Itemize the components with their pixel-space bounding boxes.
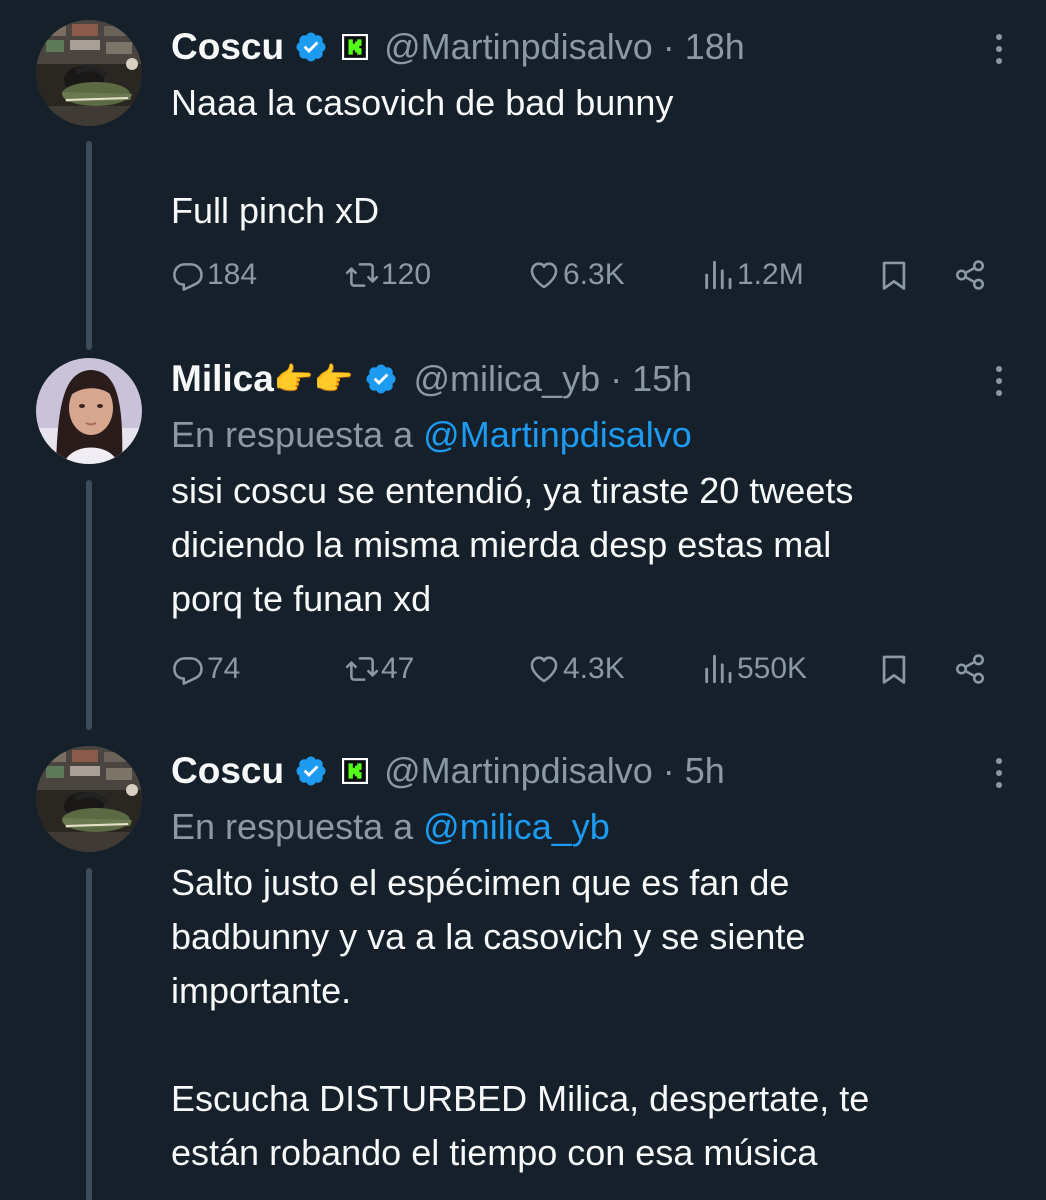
tweet-actions: 74 47 4.3K 550K (171, 652, 1006, 700)
handle-and-time[interactable]: @milica_yb · 15h (414, 358, 693, 400)
kick-badge-icon (342, 758, 368, 784)
reply-to-mention[interactable]: @milica_yb (423, 806, 610, 847)
display-name[interactable]: Milica (171, 358, 274, 400)
name-emoji: 👉👉 (273, 361, 354, 397)
retweet-count: 47 (381, 652, 415, 685)
tweet-content: Coscu @Martinpdisalvo · 5h En respuesta … (171, 744, 1006, 1180)
reply-context-label: En respuesta a (171, 806, 424, 847)
share-icon (953, 652, 987, 686)
reply-to-mention[interactable]: @Martinpdisalvo (423, 414, 692, 455)
like-count: 4.3K (563, 652, 625, 685)
retweet-icon (345, 652, 379, 686)
views-count: 550K (737, 652, 808, 685)
bookmark-button[interactable] (877, 652, 913, 686)
share-button[interactable] (953, 258, 989, 292)
reply-context: En respuesta a @milica_yb (171, 800, 1006, 854)
thread-connector-line (86, 868, 92, 1200)
avatar-image (36, 358, 142, 464)
share-button[interactable] (953, 652, 989, 686)
reply-context-label: En respuesta a (171, 414, 424, 455)
more-options-icon[interactable] (992, 32, 1006, 66)
verified-badge-icon (294, 754, 328, 788)
tweet-thread: Coscu @Martinpdisalvo · 18h Naaa la caso… (0, 0, 1046, 1200)
tweet-header: Coscu @Martinpdisalvo · 5h (171, 744, 1006, 798)
retweet-icon (345, 258, 379, 292)
retweet-button[interactable]: 120 (345, 258, 431, 292)
more-options-icon[interactable] (992, 756, 1006, 790)
like-icon (527, 652, 561, 686)
thread-connector-line (86, 480, 92, 730)
reply-context: En respuesta a @Martinpdisalvo (171, 408, 1006, 462)
views-count: 1.2M (737, 258, 804, 291)
reply-button[interactable]: 74 (171, 652, 240, 686)
bookmark-icon (877, 258, 911, 292)
tweet-header: Coscu @Martinpdisalvo · 18h (171, 20, 1006, 74)
avatar[interactable] (36, 358, 142, 464)
tweet-text: Salto justo el espécimen que es fan de b… (171, 862, 870, 1173)
reply-icon (171, 258, 205, 292)
avatar[interactable] (36, 746, 142, 852)
bookmark-icon (877, 652, 911, 686)
avatar[interactable] (36, 20, 142, 126)
kick-badge-icon (342, 34, 368, 60)
handle-and-time[interactable]: @Martinpdisalvo · 18h (384, 26, 745, 68)
like-count: 6.3K (563, 258, 625, 291)
verified-badge-icon (294, 30, 328, 64)
handle-and-time[interactable]: @Martinpdisalvo · 5h (384, 750, 725, 792)
like-button[interactable]: 6.3K (527, 258, 625, 292)
like-icon (527, 258, 561, 292)
views-button[interactable]: 550K (701, 652, 807, 686)
more-options-icon[interactable] (992, 364, 1006, 398)
tweet-content: Coscu @Martinpdisalvo · 18h Naaa la caso… (171, 20, 1006, 291)
reply-button[interactable]: 184 (171, 258, 257, 292)
display-name[interactable]: Coscu (171, 750, 284, 792)
verified-badge-icon (364, 362, 398, 396)
views-icon (701, 652, 735, 686)
tweet-text: Naaa la casovich de bad bunny Full pinch… (171, 82, 674, 231)
like-button[interactable]: 4.3K (527, 652, 625, 686)
reply-icon (171, 652, 205, 686)
tweet-actions: 184 120 6.3K 1.2M (171, 258, 1006, 306)
tweet-header: Milica 👉👉 @milica_yb · 15h (171, 352, 1006, 406)
retweet-button[interactable]: 47 (345, 652, 414, 686)
views-icon (701, 258, 735, 292)
reply-count: 74 (207, 652, 241, 685)
thread-connector-line (86, 141, 92, 350)
tweet-text: sisi coscu se entendió, ya tiraste 20 tw… (171, 470, 854, 619)
views-button[interactable]: 1.2M (701, 258, 804, 292)
share-icon (953, 258, 987, 292)
avatar-image (36, 20, 142, 126)
retweet-count: 120 (381, 258, 432, 291)
tweet-content: Milica 👉👉 @milica_yb · 15h En respuesta … (171, 352, 1006, 685)
bookmark-button[interactable] (877, 258, 913, 292)
display-name[interactable]: Coscu (171, 26, 284, 68)
avatar-image (36, 746, 142, 852)
reply-count: 184 (207, 258, 258, 291)
